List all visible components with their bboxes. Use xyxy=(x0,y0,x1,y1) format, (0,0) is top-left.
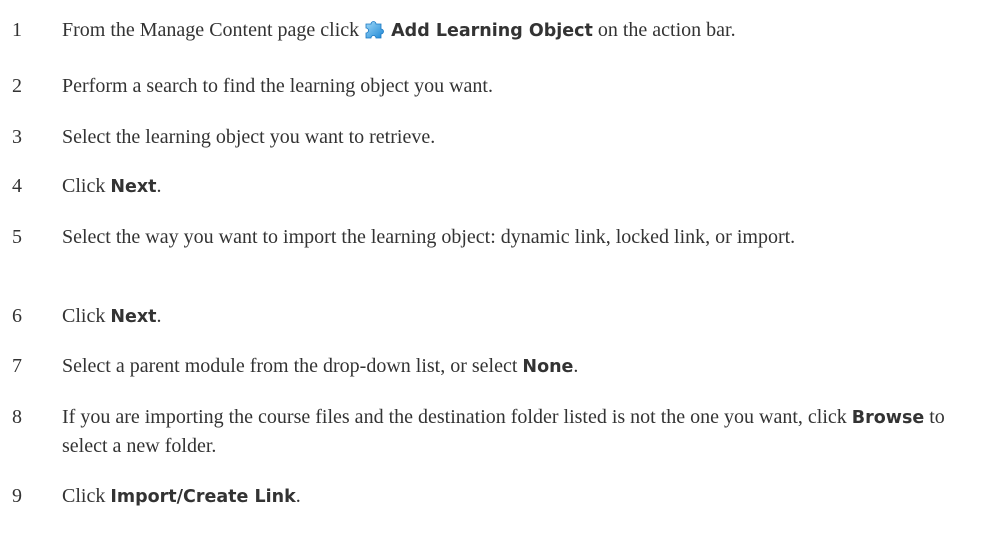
step-text-after: . xyxy=(573,355,579,377)
step-text-after: . xyxy=(295,485,301,507)
step-number: 9 xyxy=(12,485,22,507)
step-text-after: . xyxy=(156,305,162,327)
ui-label-import-create-link: Import/Create Link xyxy=(110,487,296,507)
step-text: From the Manage Content page click Add Le… xyxy=(62,16,992,45)
step-text-before: From the Manage Content page click xyxy=(62,19,360,41)
ui-label-browse: Browse xyxy=(851,408,925,428)
step-text-before: If you are importing the course files an… xyxy=(62,406,847,428)
step-text-before: Select the learning object you want to r… xyxy=(62,126,436,148)
puzzle-piece-icon xyxy=(363,17,387,41)
step-text: Perform a search to find the learning ob… xyxy=(62,72,992,100)
step-text-after: on the action bar. xyxy=(597,19,736,41)
step-number: 1 xyxy=(12,19,22,41)
step-number: 2 xyxy=(12,75,22,97)
step-text-before: Click xyxy=(62,175,106,197)
step-number: 4 xyxy=(12,175,22,197)
step-text-before: Select a parent module from the drop-dow… xyxy=(62,355,518,377)
step-number: 6 xyxy=(12,305,22,327)
ui-label-next: Next xyxy=(110,307,157,327)
step-number: 7 xyxy=(12,355,22,377)
step-text-before: Click xyxy=(62,485,106,507)
step-text-after: . xyxy=(156,175,162,197)
step-text: Select the way you want to import the le… xyxy=(62,223,992,251)
step-text: Click Next. xyxy=(62,302,992,331)
step-number: 8 xyxy=(12,406,22,428)
step-text: Select the learning object you want to r… xyxy=(62,123,992,151)
step-text-before: Select the way you want to import the le… xyxy=(62,226,796,248)
step-text-before: Click xyxy=(62,305,106,327)
ui-label-none: None xyxy=(522,357,574,377)
step-text: Click Import/Create Link. xyxy=(62,482,992,511)
step-text: Select a parent module from the drop-dow… xyxy=(62,352,992,381)
ui-label-add-learning-object: Add Learning Object xyxy=(391,21,593,41)
step-text: If you are importing the course files an… xyxy=(62,403,982,460)
step-number: 3 xyxy=(12,126,22,148)
step-number: 5 xyxy=(12,226,22,248)
ui-label-next: Next xyxy=(110,177,157,197)
step-text: Click Next. xyxy=(62,172,992,201)
step-text-before: Perform a search to find the learning ob… xyxy=(62,75,493,97)
